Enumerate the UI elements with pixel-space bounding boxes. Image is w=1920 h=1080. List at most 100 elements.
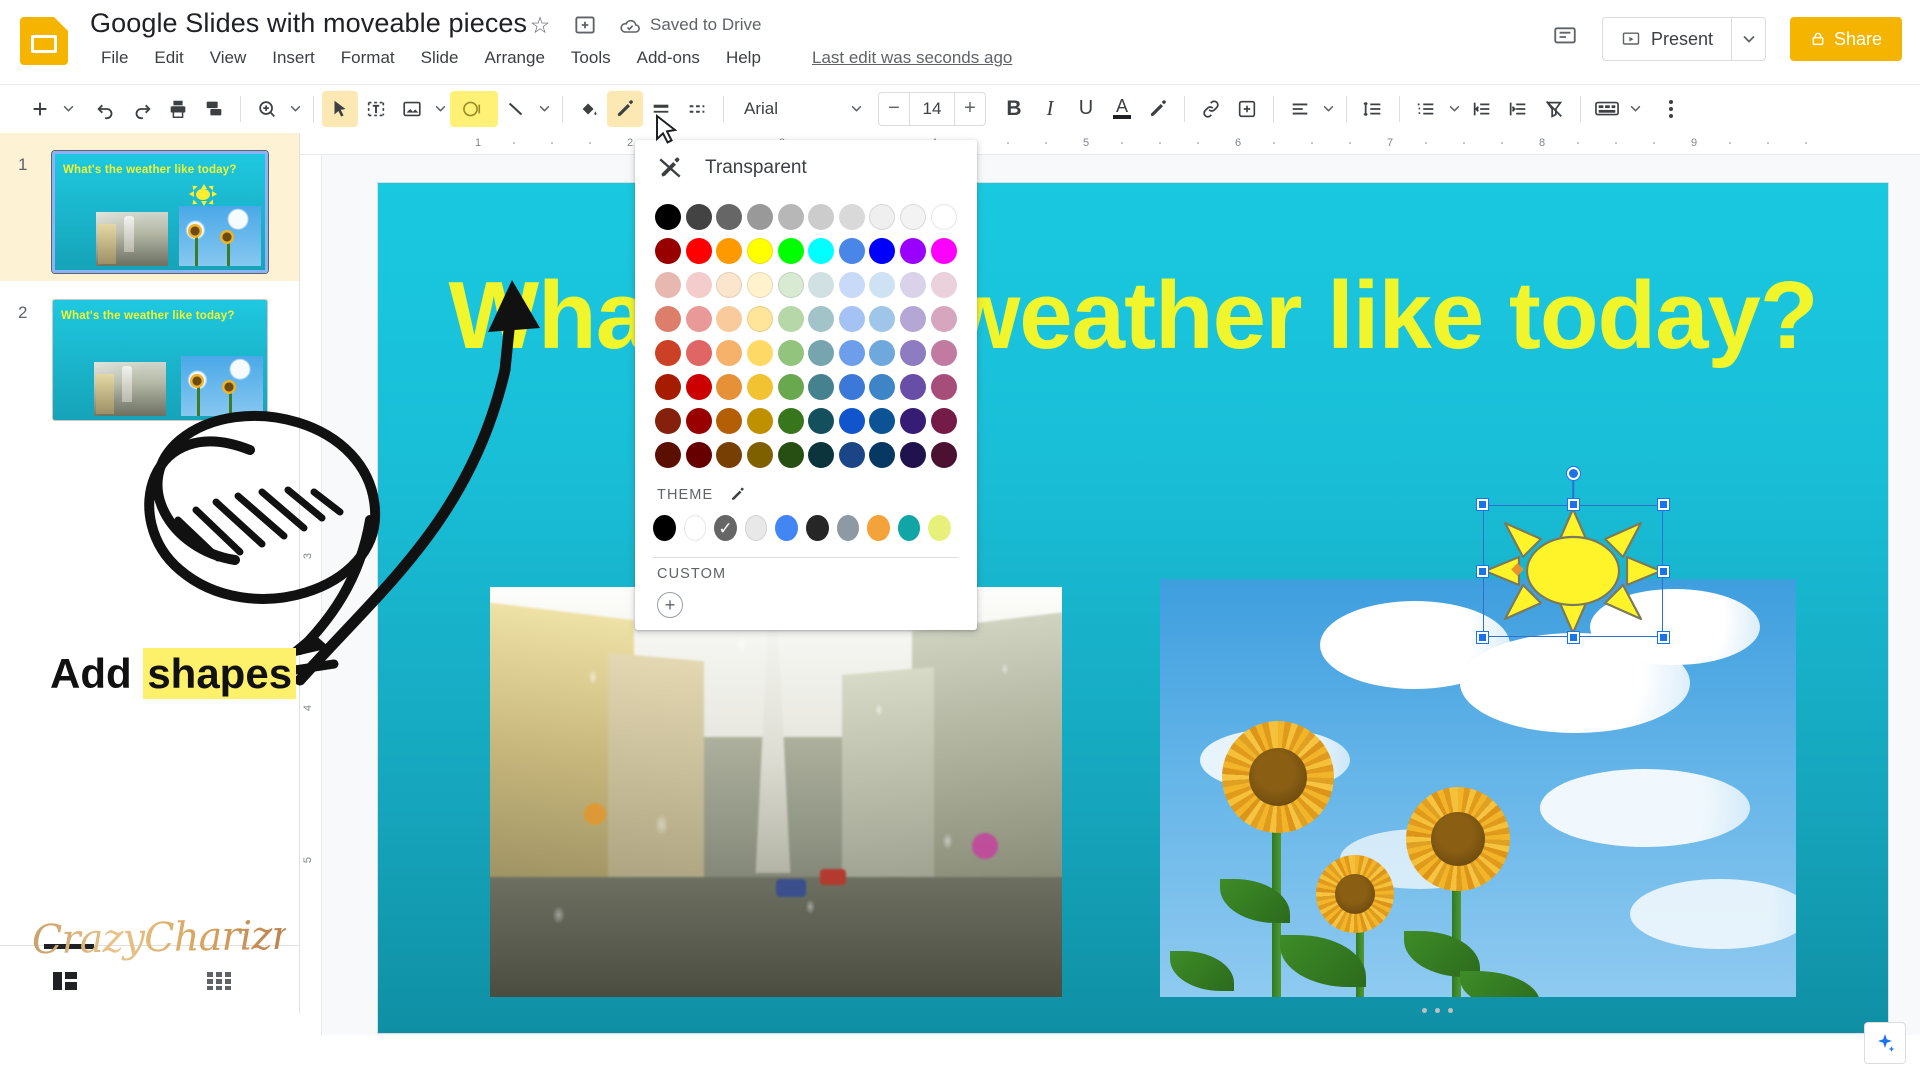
clear-formatting-button[interactable]	[1536, 91, 1572, 127]
insert-image-caret-icon[interactable]	[430, 105, 450, 112]
theme-swatch-8[interactable]	[897, 515, 921, 541]
color-swatch-r6-c5[interactable]	[808, 408, 835, 434]
last-edit-link[interactable]: Last edit was seconds ago	[812, 48, 1012, 68]
resize-handle-nw[interactable]	[1477, 499, 1488, 510]
border-dash-button[interactable]	[679, 91, 715, 127]
zoom-caret-icon[interactable]	[285, 105, 305, 112]
theme-swatch-3[interactable]	[744, 515, 768, 541]
color-swatch-r0-c8[interactable]	[900, 204, 927, 230]
standard-color-grid[interactable]	[635, 196, 977, 478]
theme-swatch-0[interactable]	[653, 515, 676, 541]
color-swatch-r3-c5[interactable]	[808, 306, 835, 332]
resize-handle-w[interactable]	[1477, 565, 1488, 577]
bold-button[interactable]: B	[996, 91, 1032, 127]
theme-swatch-2[interactable]: ✓	[714, 515, 737, 541]
list-button[interactable]	[1408, 91, 1444, 127]
resize-handle-s[interactable]	[1567, 632, 1579, 643]
color-swatch-r5-c5[interactable]	[808, 374, 835, 400]
color-swatch-r6-c4[interactable]	[777, 408, 804, 434]
rotation-handle[interactable]	[1566, 467, 1580, 480]
slide-thumbnail-image[interactable]: What's the weather like today?	[52, 299, 268, 421]
color-swatch-r5-c7[interactable]	[869, 374, 896, 400]
menu-slide[interactable]: Slide	[408, 45, 472, 71]
color-swatch-r4-c5[interactable]	[808, 340, 835, 366]
theme-swatch-1[interactable]	[683, 515, 707, 541]
color-swatch-r1-c7[interactable]	[869, 238, 896, 264]
color-swatch-r0-c1[interactable]	[685, 204, 712, 230]
color-swatch-r0-c0[interactable]	[655, 204, 682, 230]
color-swatch-r6-c2[interactable]	[716, 408, 743, 434]
indent-decrease-button[interactable]	[1464, 91, 1500, 127]
color-swatch-r5-c8[interactable]	[900, 374, 927, 400]
color-swatch-r2-c8[interactable]	[900, 272, 927, 298]
color-swatch-r7-c4[interactable]	[777, 442, 804, 468]
menu-file[interactable]: File	[88, 45, 141, 71]
color-swatch-r7-c2[interactable]	[716, 442, 743, 468]
color-swatch-r4-c1[interactable]	[685, 340, 712, 366]
menu-addons[interactable]: Add-ons	[624, 45, 713, 71]
color-swatch-r2-c5[interactable]	[808, 272, 835, 298]
font-size-decrease-button[interactable]: −	[879, 93, 909, 125]
indent-increase-button[interactable]	[1500, 91, 1536, 127]
color-swatch-r4-c9[interactable]	[930, 340, 957, 366]
color-swatch-r1-c3[interactable]	[747, 238, 774, 264]
cloud-saved-icon[interactable]	[618, 14, 642, 38]
comment-icon[interactable]	[1545, 17, 1585, 57]
theme-swatch-6[interactable]	[836, 515, 860, 541]
color-swatch-r7-c5[interactable]	[808, 442, 835, 468]
transparent-option[interactable]: Transparent	[635, 140, 977, 196]
star-icon[interactable]: ☆	[527, 12, 553, 38]
color-swatch-r4-c0[interactable]	[655, 340, 682, 366]
transition-caret-icon[interactable]	[1625, 105, 1645, 112]
italic-button[interactable]: I	[1032, 91, 1068, 127]
color-swatch-r2-c0[interactable]	[655, 272, 682, 298]
color-swatch-r4-c2[interactable]	[716, 340, 743, 366]
color-swatch-r0-c2[interactable]	[716, 204, 743, 230]
more-options-button[interactable]	[1653, 91, 1689, 127]
color-swatch-r4-c7[interactable]	[869, 340, 896, 366]
color-swatch-r0-c4[interactable]	[777, 204, 804, 230]
new-slide-caret-icon[interactable]	[58, 105, 78, 112]
menu-view[interactable]: View	[197, 45, 260, 71]
color-swatch-r4-c4[interactable]	[777, 340, 804, 366]
color-swatch-r1-c9[interactable]	[930, 238, 957, 264]
move-to-folder-icon[interactable]	[572, 12, 598, 38]
color-swatch-r5-c9[interactable]	[930, 374, 957, 400]
color-swatch-r3-c4[interactable]	[777, 306, 804, 332]
theme-swatch-5[interactable]	[805, 515, 829, 541]
color-swatch-r3-c7[interactable]	[869, 306, 896, 332]
color-swatch-r7-c3[interactable]	[747, 442, 774, 468]
rain-street-photo[interactable]	[490, 587, 1062, 997]
slide-thumbnail-1[interactable]: 1 What's the weather like today?	[0, 133, 299, 281]
menu-insert[interactable]: Insert	[259, 45, 328, 71]
color-swatch-r6-c3[interactable]	[747, 408, 774, 434]
menu-edit[interactable]: Edit	[141, 45, 196, 71]
pencil-edit-icon[interactable]	[729, 486, 746, 503]
color-swatch-r4-c8[interactable]	[900, 340, 927, 366]
explore-sparkle-icon[interactable]	[1864, 1022, 1906, 1064]
theme-swatch-7[interactable]	[867, 515, 890, 541]
transition-button[interactable]	[1589, 91, 1625, 127]
resize-handle-n[interactable]	[1567, 499, 1579, 510]
color-swatch-r3-c3[interactable]	[747, 306, 774, 332]
color-swatch-r3-c6[interactable]	[838, 306, 865, 332]
color-swatch-r2-c1[interactable]	[685, 272, 712, 298]
color-swatch-r1-c4[interactable]	[777, 238, 804, 264]
font-size-input[interactable]: 14	[909, 92, 955, 125]
add-comment-button[interactable]	[1229, 91, 1265, 127]
font-family-select[interactable]: Arial	[732, 92, 870, 126]
color-swatch-r5-c3[interactable]	[747, 374, 774, 400]
slide-canvas[interactable]: What's the weather like today?	[378, 183, 1888, 1033]
highlight-color-button[interactable]	[1140, 91, 1176, 127]
slide-title-text[interactable]: What's the weather like today?	[378, 261, 1888, 371]
align-caret-icon[interactable]	[1318, 105, 1338, 112]
color-swatch-r6-c6[interactable]	[838, 408, 865, 434]
redo-button[interactable]	[124, 91, 160, 127]
resize-handle-sw[interactable]	[1477, 632, 1488, 643]
color-swatch-r6-c7[interactable]	[869, 408, 896, 434]
color-swatch-r3-c0[interactable]	[655, 306, 682, 332]
font-size-increase-button[interactable]: +	[955, 93, 985, 125]
insert-link-button[interactable]	[1193, 91, 1229, 127]
line-tool-button[interactable]	[498, 91, 534, 127]
text-color-button[interactable]: A	[1104, 91, 1140, 127]
